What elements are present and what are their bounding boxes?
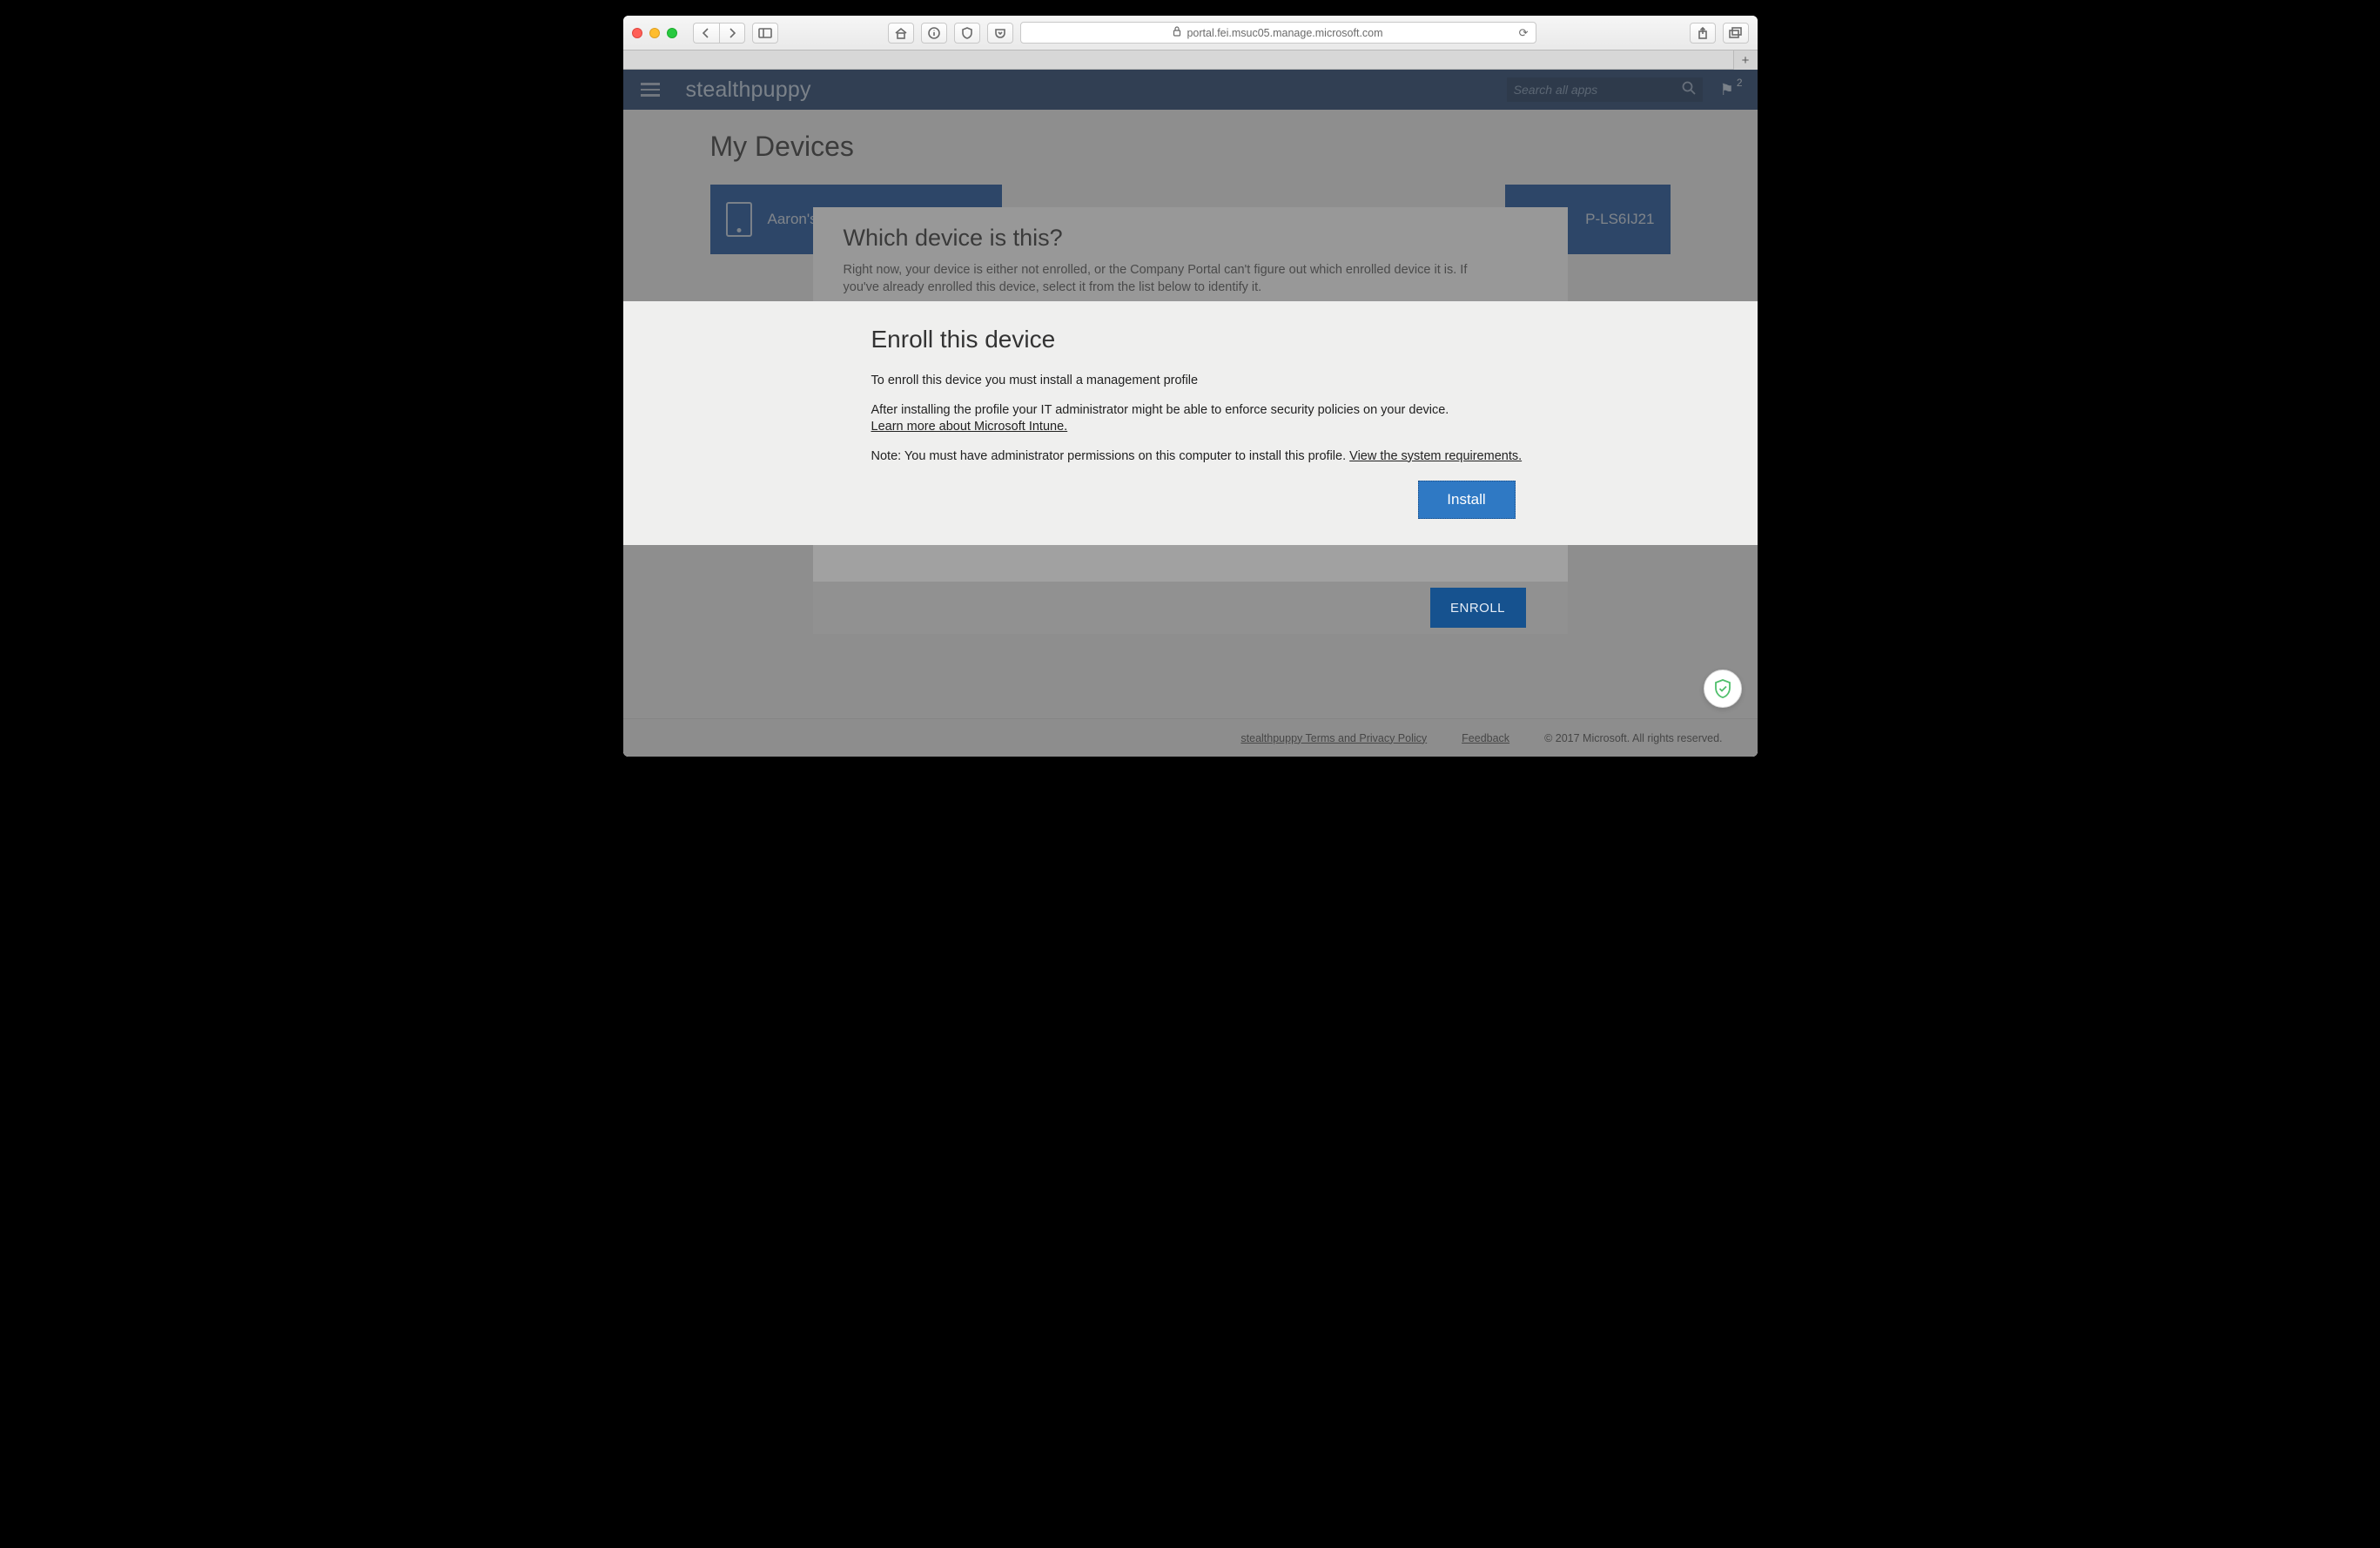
enroll-note-text: Note: You must have administrator permis… bbox=[871, 449, 1350, 463]
new-tab-button[interactable]: + bbox=[1733, 50, 1758, 70]
pocket-button[interactable] bbox=[987, 23, 1013, 44]
enroll-line2: After installing the profile your IT adm… bbox=[871, 402, 1533, 436]
enroll-note: Note: You must have administrator permis… bbox=[871, 448, 1533, 466]
back-button[interactable] bbox=[693, 23, 719, 44]
address-text: portal.fei.msuc05.manage.microsoft.com bbox=[1187, 27, 1382, 39]
share-button[interactable] bbox=[1690, 23, 1716, 44]
home-button[interactable] bbox=[888, 23, 914, 44]
enroll-line2-text: After installing the profile your IT adm… bbox=[871, 403, 1449, 417]
shield-button[interactable] bbox=[954, 23, 980, 44]
enroll-sheet: Enroll this device To enroll this device… bbox=[623, 301, 1758, 545]
tabs-button[interactable] bbox=[1723, 23, 1749, 44]
safari-toolbar: portal.fei.msuc05.manage.microsoft.com ⟳ bbox=[623, 16, 1758, 50]
system-requirements-link[interactable]: View the system requirements. bbox=[1349, 449, 1522, 463]
shield-check-icon bbox=[1712, 678, 1733, 699]
lock-icon bbox=[1173, 26, 1181, 39]
close-window-button[interactable] bbox=[632, 28, 642, 38]
learn-more-link[interactable]: Learn more about Microsoft Intune. bbox=[871, 420, 1068, 434]
sidebar-button[interactable] bbox=[752, 23, 778, 44]
window-controls bbox=[632, 28, 677, 38]
address-bar[interactable]: portal.fei.msuc05.manage.microsoft.com ⟳ bbox=[1020, 22, 1536, 44]
reload-button[interactable]: ⟳ bbox=[1519, 26, 1529, 40]
enroll-line1: To enroll this device you must install a… bbox=[871, 373, 1533, 390]
safari-window: portal.fei.msuc05.manage.microsoft.com ⟳… bbox=[623, 16, 1758, 757]
enroll-button[interactable]: ENROLL bbox=[1430, 588, 1526, 628]
zoom-window-button[interactable] bbox=[667, 28, 677, 38]
minimize-window-button[interactable] bbox=[649, 28, 660, 38]
page-content: stealthpuppy ⚑ 2 bbox=[623, 70, 1758, 757]
forward-button[interactable] bbox=[719, 23, 745, 44]
which-device-body: Right now, your device is either not enr… bbox=[844, 262, 1470, 296]
enroll-title: Enroll this device bbox=[871, 326, 1533, 353]
info-button[interactable] bbox=[921, 23, 947, 44]
which-device-title: Which device is this? bbox=[844, 225, 1537, 252]
security-fab[interactable] bbox=[1704, 670, 1742, 708]
install-button[interactable]: Install bbox=[1418, 481, 1516, 519]
